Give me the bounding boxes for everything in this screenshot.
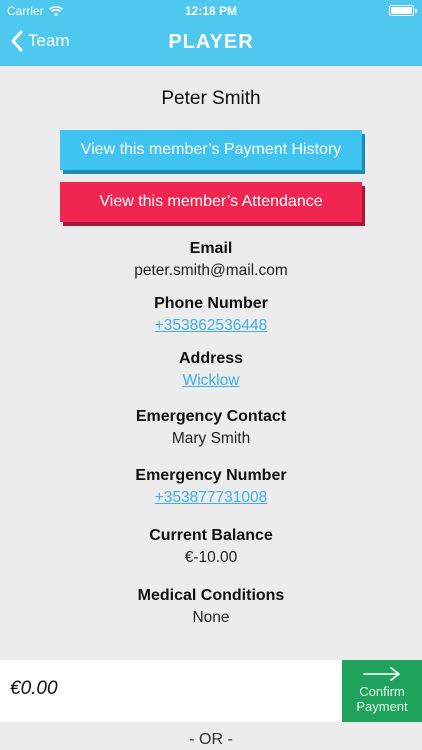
emergency-contact-value: Mary Smith (171, 430, 251, 447)
medical-value: None (192, 609, 230, 626)
emergency-number-field: Emergency Number +353877731008 (0, 467, 422, 507)
battery-icon (389, 5, 417, 16)
balance-field: Current Balance €-10.00 (0, 527, 422, 567)
confirm-label-line1: Confirm (359, 684, 405, 699)
page-title: PLAYER (168, 31, 254, 53)
emergency-number-link[interactable]: +353877731008 (155, 489, 268, 506)
player-name: Peter Smith (161, 88, 261, 109)
address-link[interactable]: Wicklow (183, 372, 240, 389)
status-bar: Carrier 12:18 PM (0, 0, 422, 22)
payment-amount-input[interactable] (10, 678, 310, 700)
or-divider: - OR - (189, 731, 233, 748)
email-label: Email (189, 240, 233, 257)
medical-field: Medical Conditions None (0, 587, 422, 627)
email-value: peter.smith@mail.com (134, 262, 288, 279)
confirm-payment-button[interactable]: Confirm Payment (342, 660, 422, 722)
phone-label: Phone Number (154, 295, 268, 312)
address-label: Address (178, 350, 244, 367)
email-field: Email peter.smith@mail.com (0, 240, 422, 280)
payment-history-button[interactable]: View this member’s Payment History (60, 130, 362, 170)
status-time: 12:18 PM (184, 4, 238, 18)
nav-bar: Team PLAYER (0, 22, 422, 66)
emergency-contact-label: Emergency Contact (135, 408, 287, 425)
payment-bar: Confirm Payment (0, 660, 422, 722)
medical-label: Medical Conditions (137, 587, 285, 604)
emergency-contact-field: Emergency Contact Mary Smith (0, 408, 422, 448)
confirm-label-line2: Payment (356, 699, 408, 714)
balance-value: €-10.00 (184, 549, 238, 566)
balance-label: Current Balance (149, 527, 273, 544)
attendance-button[interactable]: View this member’s Attendance (60, 182, 362, 222)
address-field: Address Wicklow (0, 350, 422, 390)
emergency-number-label: Emergency Number (135, 467, 287, 484)
phone-field: Phone Number +353862536448 (0, 295, 422, 335)
top-bar: Carrier 12:18 PM Team PLAYER (0, 0, 422, 66)
phone-link[interactable]: +353862536448 (155, 317, 268, 334)
arrow-right-icon (363, 667, 400, 681)
